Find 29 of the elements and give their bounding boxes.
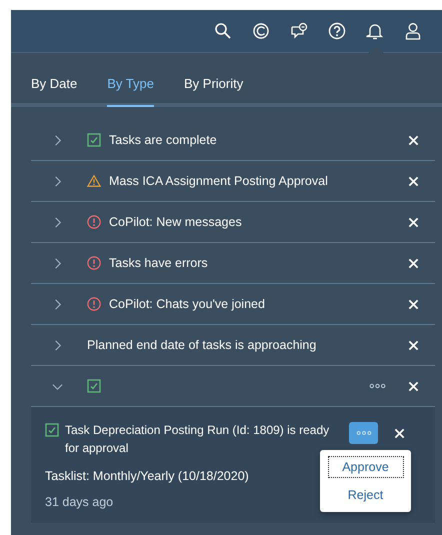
user-icon[interactable] [404, 22, 422, 40]
close-icon[interactable] [408, 258, 419, 268]
group-title: Planned end date of tasks is approaching [87, 338, 316, 352]
more-icon [356, 430, 372, 436]
close-icon[interactable] [394, 428, 405, 439]
group-title: Mass ICA Assignment Posting Approval [109, 174, 328, 188]
chat-icon[interactable] [290, 22, 308, 40]
close-icon[interactable] [408, 380, 419, 392]
close-icon[interactable] [408, 340, 419, 350]
group-title: Tasks are complete [109, 133, 217, 147]
menu-item[interactable]: Approve [328, 456, 404, 478]
menu-item[interactable]: Reject [328, 484, 404, 506]
group-title: CoPilot: New messages [109, 215, 242, 229]
group-title: Tasks have errors [109, 256, 208, 270]
tab[interactable]: By Date [31, 76, 78, 107]
close-icon[interactable] [408, 176, 419, 186]
more-icon[interactable] [369, 383, 386, 389]
close-icon[interactable] [408, 216, 419, 228]
tasklist-text: Tasklist: Monthly/Yearly (10/18/2020) [45, 469, 249, 483]
search-icon[interactable] [214, 22, 232, 40]
close-icon[interactable] [408, 134, 419, 146]
tab[interactable]: By Type [107, 76, 154, 107]
timestamp: 31 days ago [45, 495, 114, 509]
close-icon[interactable] [408, 298, 419, 310]
help-icon[interactable] [328, 22, 346, 40]
group-title: CoPilot: Chats you've joined [109, 297, 265, 311]
bell-icon[interactable] [366, 22, 384, 40]
tab[interactable]: By Priority [184, 76, 244, 107]
notification-title: Task Depreciation Posting Run (Id: 1809) is ready for approval [65, 422, 330, 457]
